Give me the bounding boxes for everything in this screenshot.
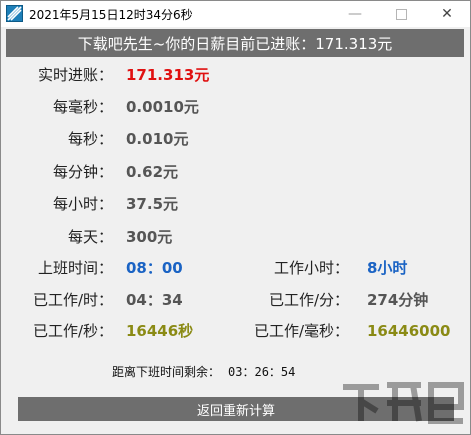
per-hour-label: 每小时： xyxy=(52,195,113,213)
per-sec-value: 0.010元 xyxy=(126,130,189,148)
maximize-button[interactable] xyxy=(378,1,424,27)
worked-minutes-label: 已工作/分： xyxy=(268,291,349,309)
work-hours-value: 8小时 xyxy=(367,259,408,277)
worked-hours-value: 04：34 xyxy=(126,291,183,309)
earnings-banner: 下载吧先生~你的日薪目前已进账：171.313元 xyxy=(6,29,464,57)
worked-ms-label: 已工作/毫秒： xyxy=(253,322,349,340)
worked-seconds-value: 16446秒 xyxy=(126,322,194,340)
per-ms-label: 每毫秒： xyxy=(52,98,113,116)
realtime-value: 171.313元 xyxy=(126,66,210,84)
worked-hours-label: 已工作/时： xyxy=(32,291,113,309)
recalculate-button[interactable]: 返回重新计算 xyxy=(18,397,454,421)
per-hour-value: 37.5元 xyxy=(126,195,179,213)
worked-ms-value: 16446000 xyxy=(367,322,451,340)
close-icon: ✕ xyxy=(441,6,453,22)
per-day-label: 每天： xyxy=(67,228,113,246)
time-remaining-value: 03：26：54 xyxy=(228,365,296,379)
app-window: 2021年5月15日12时34分6秒 — ✕ 下载吧先生~你的日薪目前已进账：1… xyxy=(0,0,471,435)
window-title: 2021年5月15日12时34分6秒 xyxy=(29,8,193,22)
time-remaining: 距离下班时间剩余： 03：26：54 xyxy=(112,363,295,380)
worked-minutes-value: 274分钟 xyxy=(367,291,429,309)
per-ms-value: 0.0010元 xyxy=(126,98,199,116)
start-time-value: 08：00 xyxy=(126,259,183,277)
realtime-label: 实时进账： xyxy=(37,66,113,84)
maximize-icon xyxy=(395,8,407,20)
minimize-button[interactable]: — xyxy=(332,1,378,27)
worked-seconds-label: 已工作/秒： xyxy=(32,322,113,340)
per-sec-label: 每秒： xyxy=(67,130,113,148)
time-remaining-label: 距离下班时间剩余： xyxy=(112,365,221,379)
per-min-label: 每分钟： xyxy=(52,163,113,181)
work-hours-label: 工作小时： xyxy=(273,259,349,277)
start-time-label: 上班时间： xyxy=(37,259,113,277)
close-button[interactable]: ✕ xyxy=(424,1,470,27)
per-min-value: 0.62元 xyxy=(126,163,179,181)
minimize-icon: — xyxy=(348,6,362,22)
per-day-value: 300元 xyxy=(126,228,173,246)
app-stripes-icon xyxy=(6,5,23,22)
title-bar[interactable]: 2021年5月15日12时34分6秒 — ✕ xyxy=(1,1,470,27)
